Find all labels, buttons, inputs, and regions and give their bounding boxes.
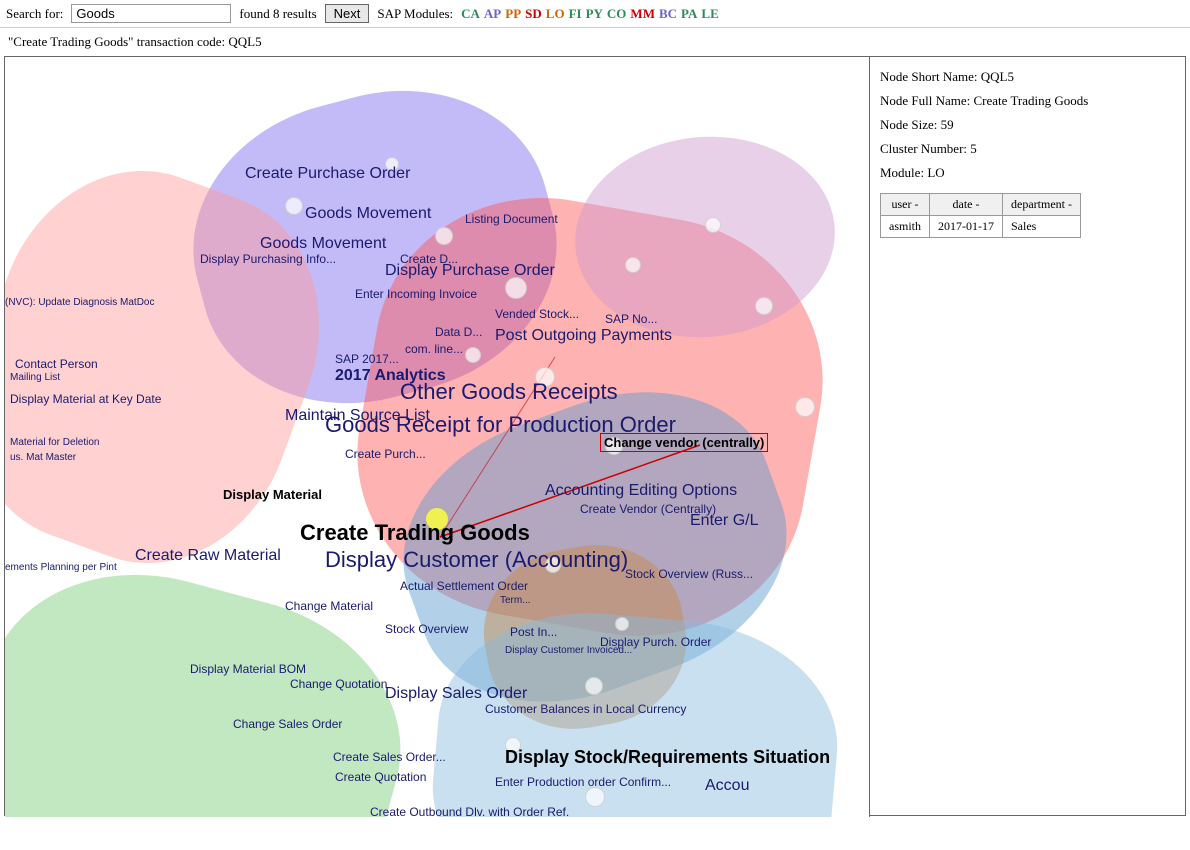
module-co[interactable]: CO	[607, 6, 627, 22]
cluster-number-label: Cluster Number:	[880, 141, 967, 156]
search-input[interactable]	[71, 4, 231, 23]
label-elements-planning: ements Planning per Pint	[5, 562, 117, 573]
info-panel: Node Short Name: QQL5 Node Full Name: Cr…	[870, 57, 1185, 815]
node-full-name-label: Node Full Name:	[880, 93, 970, 108]
module-py[interactable]: PY	[586, 6, 603, 22]
cell-department: Sales	[1003, 216, 1081, 238]
module-sd[interactable]: SD	[525, 6, 542, 22]
module-fi[interactable]: FI	[569, 6, 582, 22]
modules-list: CA AP PP SD LO FI PY CO MM BC PA LE	[461, 6, 719, 22]
transaction-label: "Create Trading Goods" transaction code:…	[8, 34, 262, 49]
module-mm[interactable]: MM	[630, 6, 655, 22]
next-button[interactable]: Next	[325, 4, 370, 23]
module-pp[interactable]: PP	[505, 6, 521, 22]
cluster-number-value: 5	[970, 141, 977, 156]
node-size-label: Node Size:	[880, 117, 937, 132]
node-full-name-value: Create Trading Goods	[974, 93, 1089, 108]
sap-modules-label: SAP Modules:	[377, 6, 453, 22]
table-row: asmith 2017-01-17 Sales	[881, 216, 1081, 238]
module-ca[interactable]: CA	[461, 6, 480, 22]
node-short-name-label: Node Short Name:	[880, 69, 977, 84]
module-value: LO	[927, 165, 944, 180]
visualization-canvas: Create Purchase Order Goods Movement Goo…	[5, 57, 870, 817]
module-pa[interactable]: PA	[681, 6, 697, 22]
col-department: department -	[1003, 194, 1081, 216]
label-change-material: Change Material	[285, 599, 373, 613]
node-size-value: 59	[941, 117, 954, 132]
col-user: user -	[881, 194, 930, 216]
module-le[interactable]: LE	[701, 6, 718, 22]
access-table: user - date - department - asmith 2017-0…	[880, 193, 1081, 238]
module-bc[interactable]: BC	[659, 6, 677, 22]
cell-user: asmith	[881, 216, 930, 238]
node-short-name-value: QQL5	[981, 69, 1014, 84]
cell-date: 2017-01-17	[930, 216, 1003, 238]
module-lo[interactable]: LO	[546, 6, 565, 22]
search-label: Search for:	[6, 6, 63, 22]
module-label: Module:	[880, 165, 924, 180]
found-text: found 8 results	[239, 6, 316, 22]
col-date: date -	[930, 194, 1003, 216]
module-ap[interactable]: AP	[484, 6, 501, 22]
